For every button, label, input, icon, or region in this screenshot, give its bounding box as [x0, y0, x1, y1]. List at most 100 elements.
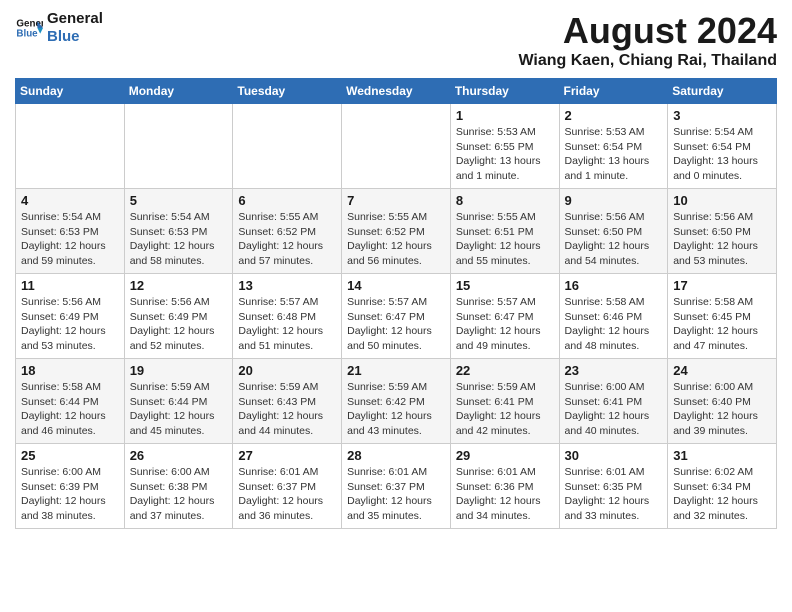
logo-icon: General Blue [15, 14, 43, 42]
calendar-cell: 2Sunrise: 5:53 AMSunset: 6:54 PMDaylight… [559, 104, 668, 189]
day-number: 14 [347, 278, 445, 293]
day-info: Sunrise: 6:02 AMSunset: 6:34 PMDaylight:… [673, 465, 771, 524]
calendar-cell: 9 Sunrise: 5:56 AMSunset: 6:50 PMDaylight… [559, 189, 668, 274]
title-area: August 2024 Wiang Kaen, Chiang Rai, Thai… [518, 10, 777, 70]
day-info: Sunrise: 5:54 AMSunset: 6:53 PMDaylight:… [130, 210, 228, 269]
calendar-cell: 10 Sunrise: 5:56 AMSunset: 6:50 PMDayligh… [668, 189, 777, 274]
day-number: 18 [21, 363, 119, 378]
calendar-cell: 23Sunrise: 6:00 AMSunset: 6:41 PMDayligh… [559, 359, 668, 444]
week-row-4: 18 Sunrise: 5:58 AMSunset: 6:44 PMDayligh… [16, 359, 777, 444]
day-number: 5 [130, 193, 228, 208]
day-number: 16 [565, 278, 663, 293]
day-info: Sunrise: 5:53 AMSunset: 6:55 PMDaylight:… [456, 125, 554, 184]
calendar-cell: 31 Sunrise: 6:02 AMSunset: 6:34 PMDayligh… [668, 444, 777, 529]
calendar-cell: 13 Sunrise: 5:57 AMSunset: 6:48 PMDayligh… [233, 274, 342, 359]
day-info: Sunrise: 5:56 AMSunset: 6:49 PMDaylight:… [21, 295, 119, 354]
day-number: 22 [456, 363, 554, 378]
day-number: 4 [21, 193, 119, 208]
calendar-cell: 1 Sunrise: 5:53 AMSunset: 6:55 PMDaylight… [450, 104, 559, 189]
day-number: 9 [565, 193, 663, 208]
day-info: Sunrise: 5:56 AMSunset: 6:49 PMDaylight:… [130, 295, 228, 354]
day-info: Sunrise: 5:54 AMSunset: 6:53 PMDaylight:… [21, 210, 119, 269]
calendar-cell: 4 Sunrise: 5:54 AMSunset: 6:53 PMDaylight… [16, 189, 125, 274]
calendar-cell: 14 Sunrise: 5:57 AMSunset: 6:47 PMDayligh… [342, 274, 451, 359]
calendar-cell: 26 Sunrise: 6:00 AMSunset: 6:38 PMDayligh… [124, 444, 233, 529]
day-number: 10 [673, 193, 771, 208]
day-info: Sunrise: 5:58 AMSunset: 6:45 PMDaylight:… [673, 295, 771, 354]
calendar: SundayMondayTuesdayWednesdayThursdayFrid… [15, 78, 777, 529]
day-info: Sunrise: 5:59 AMSunset: 6:42 PMDaylight:… [347, 380, 445, 439]
day-info: Sunrise: 5:55 AMSunset: 6:52 PMDaylight:… [238, 210, 336, 269]
day-info: Sunrise: 5:59 AMSunset: 6:41 PMDaylight:… [456, 380, 554, 439]
day-info: Sunrise: 5:57 AMSunset: 6:48 PMDaylight:… [238, 295, 336, 354]
day-info: Sunrise: 6:01 AMSunset: 6:37 PMDaylight:… [347, 465, 445, 524]
calendar-cell: 6 Sunrise: 5:55 AMSunset: 6:52 PMDaylight… [233, 189, 342, 274]
day-info: Sunrise: 5:56 AMSunset: 6:50 PMDaylight:… [565, 210, 663, 269]
week-row-1: 1 Sunrise: 5:53 AMSunset: 6:55 PMDaylight… [16, 104, 777, 189]
calendar-cell: 25Sunrise: 6:00 AMSunset: 6:39 PMDayligh… [16, 444, 125, 529]
calendar-cell: 5 Sunrise: 5:54 AMSunset: 6:53 PMDaylight… [124, 189, 233, 274]
calendar-cell: 20 Sunrise: 5:59 AMSunset: 6:43 PMDayligh… [233, 359, 342, 444]
day-info: Sunrise: 5:57 AMSunset: 6:47 PMDaylight:… [456, 295, 554, 354]
weekday-header-saturday: Saturday [668, 79, 777, 104]
calendar-cell: 30 Sunrise: 6:01 AMSunset: 6:35 PMDayligh… [559, 444, 668, 529]
week-row-3: 11 Sunrise: 5:56 AMSunset: 6:49 PMDayligh… [16, 274, 777, 359]
svg-text:Blue: Blue [16, 28, 38, 39]
calendar-cell: 8Sunrise: 5:55 AMSunset: 6:51 PMDaylight… [450, 189, 559, 274]
weekday-header-friday: Friday [559, 79, 668, 104]
calendar-cell: 22 Sunrise: 5:59 AMSunset: 6:41 PMDayligh… [450, 359, 559, 444]
day-number: 30 [565, 448, 663, 463]
day-info: Sunrise: 6:00 AMSunset: 6:38 PMDaylight:… [130, 465, 228, 524]
calendar-cell [16, 104, 125, 189]
weekday-header-thursday: Thursday [450, 79, 559, 104]
weekday-header-wednesday: Wednesday [342, 79, 451, 104]
day-number: 27 [238, 448, 336, 463]
day-info: Sunrise: 5:58 AMSunset: 6:44 PMDaylight:… [21, 380, 119, 439]
day-number: 19 [130, 363, 228, 378]
day-number: 15 [456, 278, 554, 293]
calendar-cell: 16 Sunrise: 5:58 AMSunset: 6:46 PMDayligh… [559, 274, 668, 359]
day-info: Sunrise: 5:57 AMSunset: 6:47 PMDaylight:… [347, 295, 445, 354]
calendar-cell: 21 Sunrise: 5:59 AMSunset: 6:42 PMDayligh… [342, 359, 451, 444]
location-title: Wiang Kaen, Chiang Rai, Thailand [518, 52, 777, 70]
day-info: Sunrise: 5:55 AMSunset: 6:52 PMDaylight:… [347, 210, 445, 269]
day-info: Sunrise: 6:01 AMSunset: 6:37 PMDaylight:… [238, 465, 336, 524]
day-number: 25 [21, 448, 119, 463]
day-number: 11 [21, 278, 119, 293]
day-number: 6 [238, 193, 336, 208]
weekday-header-tuesday: Tuesday [233, 79, 342, 104]
header: General Blue General Blue August 2024 Wi… [15, 10, 777, 70]
logo: General Blue General Blue [15, 10, 103, 46]
calendar-cell [233, 104, 342, 189]
logo-blue: Blue [47, 28, 103, 46]
calendar-cell: 3Sunrise: 5:54 AMSunset: 6:54 PMDaylight… [668, 104, 777, 189]
day-number: 20 [238, 363, 336, 378]
day-info: Sunrise: 6:00 AMSunset: 6:40 PMDaylight:… [673, 380, 771, 439]
week-row-2: 4 Sunrise: 5:54 AMSunset: 6:53 PMDaylight… [16, 189, 777, 274]
day-info: Sunrise: 5:55 AMSunset: 6:51 PMDaylight:… [456, 210, 554, 269]
calendar-cell: 28Sunrise: 6:01 AMSunset: 6:37 PMDayligh… [342, 444, 451, 529]
month-title: August 2024 [518, 10, 777, 52]
calendar-cell: 27 Sunrise: 6:01 AMSunset: 6:37 PMDayligh… [233, 444, 342, 529]
day-number: 7 [347, 193, 445, 208]
day-info: Sunrise: 5:59 AMSunset: 6:43 PMDaylight:… [238, 380, 336, 439]
day-number: 1 [456, 108, 554, 123]
day-number: 29 [456, 448, 554, 463]
calendar-cell [124, 104, 233, 189]
calendar-cell: 11 Sunrise: 5:56 AMSunset: 6:49 PMDayligh… [16, 274, 125, 359]
weekday-header-row: SundayMondayTuesdayWednesdayThursdayFrid… [16, 79, 777, 104]
day-number: 13 [238, 278, 336, 293]
day-info: Sunrise: 5:56 AMSunset: 6:50 PMDaylight:… [673, 210, 771, 269]
calendar-cell: 18 Sunrise: 5:58 AMSunset: 6:44 PMDayligh… [16, 359, 125, 444]
day-number: 31 [673, 448, 771, 463]
day-info: Sunrise: 5:58 AMSunset: 6:46 PMDaylight:… [565, 295, 663, 354]
day-number: 2 [565, 108, 663, 123]
weekday-header-monday: Monday [124, 79, 233, 104]
day-number: 21 [347, 363, 445, 378]
day-number: 23 [565, 363, 663, 378]
day-info: Sunrise: 6:01 AMSunset: 6:35 PMDaylight:… [565, 465, 663, 524]
day-number: 17 [673, 278, 771, 293]
calendar-cell: 12Sunrise: 5:56 AMSunset: 6:49 PMDayligh… [124, 274, 233, 359]
day-info: Sunrise: 5:54 AMSunset: 6:54 PMDaylight:… [673, 125, 771, 184]
day-number: 26 [130, 448, 228, 463]
